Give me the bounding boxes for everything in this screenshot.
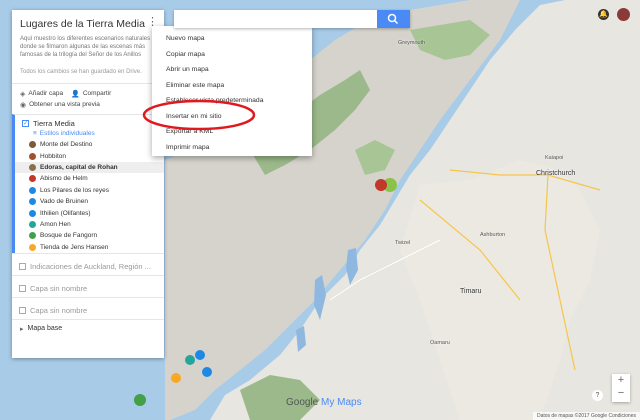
place-label: Bosque de Fangorn (40, 232, 98, 240)
layers-panel: Lugares de la Tierra Media ⋮ Aquí muestr… (12, 10, 164, 358)
menu-item-embed[interactable]: Insertar en mi sitio (152, 109, 312, 125)
place-marker-icon (29, 175, 36, 183)
add-layer-icon: ◈ (20, 90, 26, 98)
share-label: Compartir (82, 90, 112, 97)
city-greymouth: Greymouth (398, 40, 426, 46)
place-label: Vado de Bruinen (40, 198, 88, 206)
place-item[interactable]: Amon Hen (15, 219, 164, 230)
layer-name[interactable]: Tierra Media (33, 119, 75, 128)
map-options-menu: Nuevo mapa Copiar mapa Abrir un mapa Eli… (152, 26, 312, 156)
zoom-in-button[interactable]: + (612, 374, 630, 387)
place-item[interactable]: Tienda de Jens Hansen (15, 242, 164, 253)
place-item[interactable]: Bosque de Fangorn (15, 230, 164, 241)
place-marker-icon (29, 232, 36, 240)
place-item[interactable]: Abismo de Helm (15, 173, 164, 184)
individual-styles-link[interactable]: ≡ Estilos individuales (15, 129, 164, 139)
place-label: Amon Hen (40, 220, 71, 228)
place-marker-icon (29, 198, 36, 206)
save-status: Todos los cambios se han guardado en Dri… (20, 69, 142, 75)
logo-mymaps-text: My Maps (321, 397, 362, 408)
search-input[interactable] (174, 10, 374, 28)
layer-checkbox[interactable] (19, 285, 26, 293)
layer-auckland: Indicaciones de Auckland, Región ... (12, 252, 164, 275)
base-map-label: Mapa base (27, 325, 63, 333)
city-ashburton: Ashburton (480, 232, 506, 238)
place-label: Monte del Destino (40, 141, 93, 149)
menu-item-export-kml[interactable]: Exportar a KML (152, 124, 312, 140)
map-description[interactable]: Aquí muestro los diferentes escenarios n… (20, 35, 156, 67)
place-item[interactable]: Ithilien (Olifantes) (15, 207, 164, 218)
eye-icon: ◉ (20, 101, 27, 109)
preview-button[interactable]: ◉ Obtener una vista previa (20, 101, 100, 109)
search-bar (174, 10, 410, 28)
zoom-out-button[interactable]: − (612, 387, 630, 400)
layer-tierra-media: ✓ Tierra Media ≡ Estilos individuales Mon… (12, 114, 164, 253)
menu-item-open-map[interactable]: Abrir un mapa (152, 62, 312, 78)
menu-item-print[interactable]: Imprimir mapa (152, 140, 312, 156)
place-item[interactable]: Hobbiton (15, 150, 164, 161)
layer-checkbox[interactable] (19, 263, 26, 271)
help-icon[interactable]: ? (592, 390, 603, 401)
city-kaiapoi: Kaiapoi (545, 155, 564, 161)
menu-item-new-map[interactable]: Nuevo mapa (152, 31, 312, 47)
city-oamaru: Oamaru (430, 340, 450, 346)
style-icon: ≡ (33, 129, 37, 137)
menu-item-default-view[interactable]: Establecer vista predeterminada (152, 93, 312, 109)
map-actions: ◈ Añadir capa 👤 Compartir ◉ Obtener una vis… (12, 83, 164, 114)
place-marker-icon (29, 243, 36, 251)
menu-item-delete-map[interactable]: Eliminar este mapa (152, 78, 312, 94)
place-label: Tienda de Jens Hansen (40, 243, 109, 251)
place-marker-icon (29, 209, 36, 217)
place-marker-icon (29, 163, 36, 171)
menu-item-copy-map[interactable]: Copiar mapa (152, 47, 312, 63)
place-marker-icon (29, 186, 36, 194)
city-christchurch: Christchurch (536, 170, 576, 177)
add-layer-button[interactable]: ◈ Añadir capa (20, 90, 63, 98)
map-attribution[interactable]: Datos de mapas ©2017 Google Condiciones (532, 412, 640, 420)
place-label: Ithilien (Olifantes) (40, 209, 91, 217)
base-map-layer[interactable]: ▸ Mapa base (12, 318, 164, 338)
zoom-control: + − (612, 374, 630, 402)
place-label: Los Pilares de los reyes (40, 186, 110, 194)
city-timaru: Timaru (460, 288, 482, 295)
share-button[interactable]: 👤 Compartir (71, 90, 111, 98)
place-label: Abismo de Helm (40, 175, 88, 183)
layer-unnamed-2: Capa sin nombre (12, 296, 164, 319)
layer-name[interactable]: Capa sin nombre (30, 284, 87, 293)
layer-unnamed-1: Capa sin nombre (12, 274, 164, 297)
place-item[interactable]: Monte del Destino (15, 139, 164, 150)
place-label: Edoras, capital de Rohan (40, 163, 118, 171)
search-button[interactable] (377, 10, 410, 28)
notifications-icon[interactable]: 🔔 (598, 9, 609, 20)
place-label: Hobbiton (40, 152, 67, 160)
avatar[interactable] (617, 8, 630, 21)
layer-checkbox[interactable] (19, 307, 26, 315)
place-item[interactable]: Edoras, capital de Rohan (15, 161, 164, 174)
preview-label: Obtener una vista previa (29, 101, 100, 108)
layer-name[interactable]: Indicaciones de Auckland, Región ... (30, 262, 151, 271)
logo-google-text: Google (286, 397, 319, 408)
layer-name[interactable]: Capa sin nombre (30, 306, 87, 315)
layer-checkbox[interactable]: ✓ (22, 119, 29, 127)
place-marker-icon (29, 152, 36, 160)
expand-arrow-icon: ▸ (20, 325, 24, 333)
search-icon (387, 13, 399, 25)
place-marker-icon (29, 141, 36, 149)
place-marker-icon (29, 220, 36, 228)
place-item[interactable]: Los Pilares de los reyes (15, 185, 164, 196)
account-area: 🔔 (598, 8, 630, 21)
add-person-icon: 👤 (71, 90, 80, 98)
city-twizel: Twizel (395, 240, 411, 246)
place-item[interactable]: Vado de Bruinen (15, 196, 164, 207)
add-layer-label: Añadir capa (28, 90, 64, 97)
google-my-maps-logo: Google My Maps (286, 397, 362, 408)
map-title[interactable]: Lugares de la Tierra Media (20, 18, 156, 30)
styles-label: Estilos individuales (39, 129, 95, 137)
place-list: Monte del Destino Hobbiton Edoras, capital… (15, 139, 164, 253)
